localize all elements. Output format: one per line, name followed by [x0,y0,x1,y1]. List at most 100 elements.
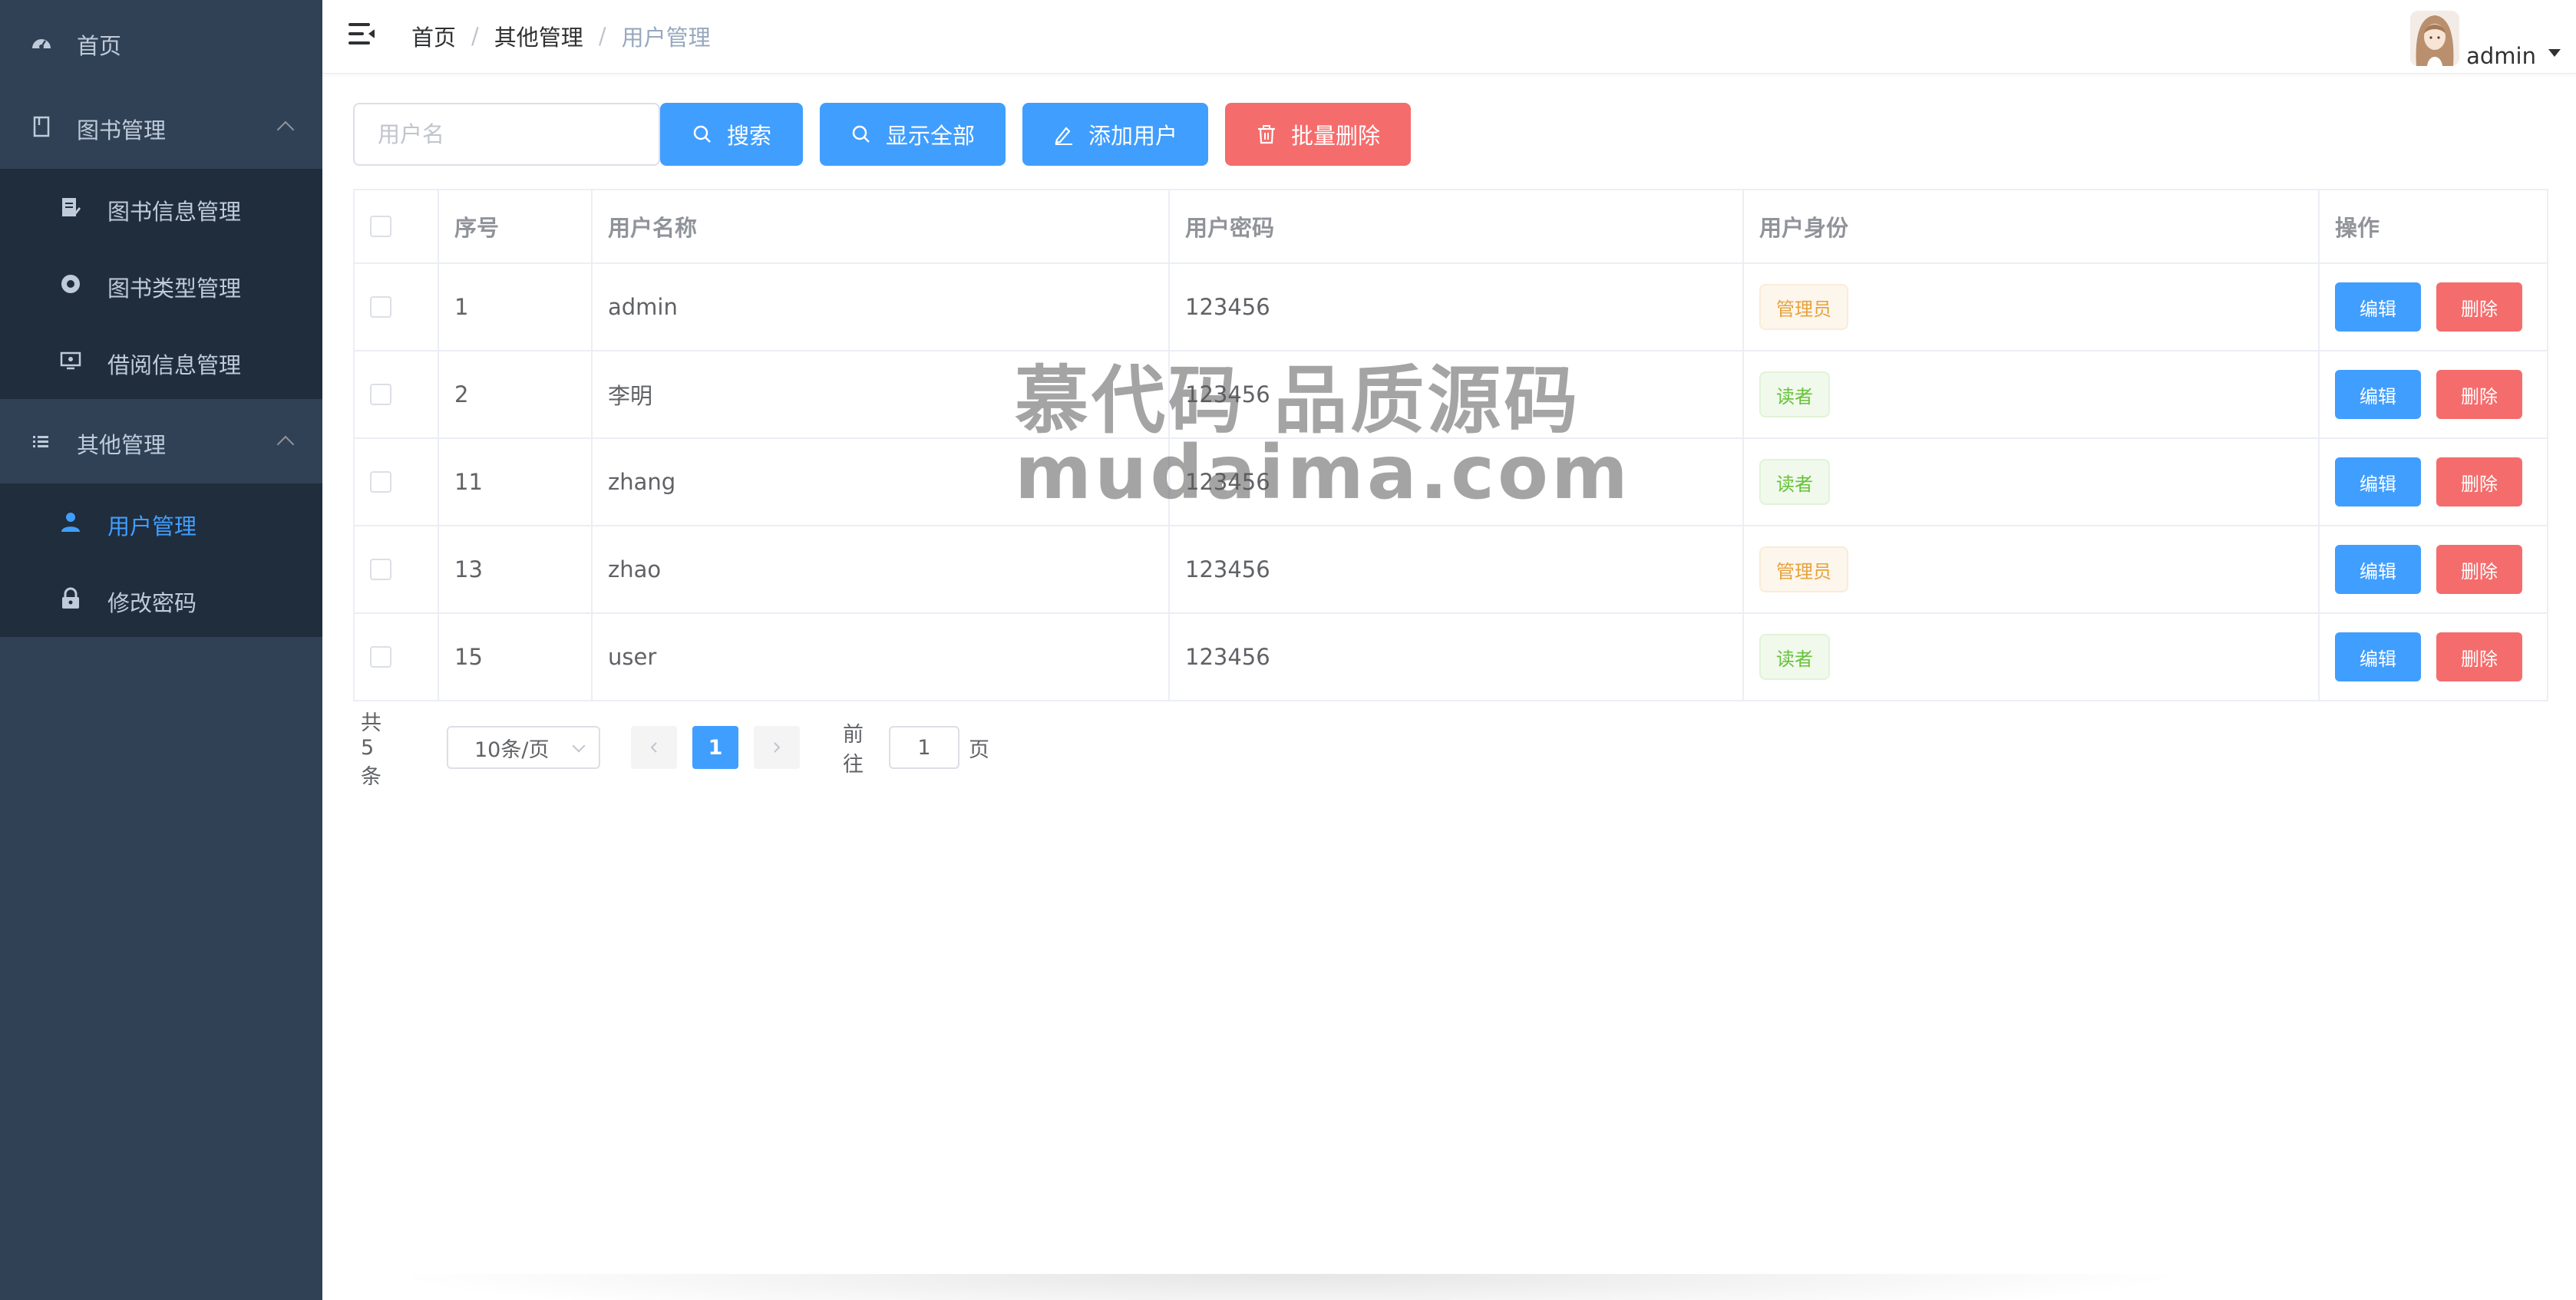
show-all-button-label: 显示全部 [885,123,975,149]
search-button[interactable]: 搜索 [660,103,803,166]
lock-icon [58,586,83,611]
header-cell: 序号 [439,190,593,262]
row-checkbox[interactable] [370,471,391,493]
cell-id: 15 [439,614,593,700]
breadcrumb-home[interactable]: 首页 [411,20,456,52]
sidebar-item-book-info[interactable]: 图书信息管理 [0,169,322,246]
edit-button[interactable]: 编辑 [2335,545,2421,594]
edit-button[interactable]: 编辑 [2335,370,2421,419]
next-page-button[interactable] [754,726,800,769]
sidebar-item-label: 修改密码 [107,590,197,616]
row-checkbox[interactable] [370,646,391,668]
delete-button[interactable]: 删除 [2436,370,2522,419]
cell-role: 读者 [1744,614,2320,700]
page-size-select[interactable]: 10条/页 [447,726,600,769]
batch-delete-button[interactable]: 批量删除 [1225,103,1411,166]
sidebar-group-other[interactable]: 其他管理 [0,399,322,483]
sidebar-item-label: 借阅信息管理 [107,352,242,378]
user-icon [58,510,83,534]
cell-id: 13 [439,526,593,612]
cell-actions: 编辑 删除 [2320,439,2547,525]
row-checkbox[interactable] [370,384,391,405]
role-tag: 读者 [1759,371,1830,417]
header-cell: 用户名称 [593,190,1170,262]
sidebar-item-user-management[interactable]: 用户管理 [0,483,322,560]
cell-name: zhao [593,526,1170,612]
sidebar-item-change-password[interactable]: 修改密码 [0,560,322,637]
delete-button[interactable]: 删除 [2436,457,2522,506]
add-user-button[interactable]: 添加用户 [1022,103,1208,166]
header-cell: 操作 [2335,215,2380,241]
trash-icon [1257,125,1275,144]
delete-button[interactable]: 删除 [2436,632,2522,681]
cell-actions: 编辑 删除 [2320,614,2547,700]
dashboard-icon [29,30,54,54]
delete-button[interactable]: 删除 [2436,545,2522,594]
cell-role: 管理员 [1744,526,2320,612]
file-edit-icon [58,195,83,219]
cell-role: 读者 [1744,439,2320,525]
goto-prefix: 前往 [843,723,864,777]
edit-button[interactable]: 编辑 [2335,632,2421,681]
batch-delete-button-label: 批量删除 [1290,123,1380,149]
table-row: 13 zhao 123456 管理员 编辑 删除 [355,526,2547,614]
sidebar-item-book-type[interactable]: 图书类型管理 [0,246,322,322]
delete-button[interactable]: 删除 [2436,282,2522,332]
role-tag: 管理员 [1759,546,1848,592]
watermark-url: mudaima.com [1015,430,1631,516]
cell-actions: 编辑 删除 [2320,351,2547,437]
list-icon [29,429,54,454]
page-number-current[interactable]: 1 [692,726,738,769]
lifebuoy-icon [58,272,83,296]
sidebar-item-home[interactable]: 首页 [0,0,322,84]
sidebar-item-borrow-info[interactable]: 借阅信息管理 [0,322,322,399]
chevron-left-icon [650,742,657,753]
row-checkbox[interactable] [370,296,391,318]
username[interactable]: admin [2466,43,2536,69]
sidebar-group-books[interactable]: 图书管理 [0,84,322,169]
sidebar-item-label: 图书类型管理 [107,276,242,302]
edit-button[interactable]: 编辑 [2335,282,2421,332]
edit-button[interactable]: 编辑 [2335,457,2421,506]
bottom-shadow [384,1274,2195,1300]
sidebar-item-label: 首页 [77,33,122,59]
caret-down-icon[interactable] [2548,49,2561,57]
row-checkbox[interactable] [370,559,391,580]
row-select-cell [355,351,439,437]
search-icon [852,125,870,143]
row-select-cell [355,526,439,612]
cell-password: 123456 [1170,614,1744,700]
sidebar-item-label: 用户管理 [107,513,197,539]
chevron-right-icon [774,742,781,753]
search-input[interactable] [353,103,660,166]
navbar: 首页 / 其他管理 / 用户管理 admin [322,0,2576,74]
breadcrumb-other[interactable]: 其他管理 [494,20,583,52]
chevron-up-icon [276,435,295,454]
submenu-other: 用户管理 修改密码 [0,483,322,637]
header-cell: 用户密码 [1170,190,1744,262]
cell-role: 管理员 [1744,264,2320,350]
search-button-label: 搜索 [726,123,771,149]
select-all-checkbox[interactable] [370,216,391,237]
row-select-cell [355,264,439,350]
prev-page-button[interactable] [631,726,677,769]
book-icon [29,114,54,139]
avatar[interactable] [2410,11,2459,66]
page-size-value: 10条/页 [474,737,550,762]
breadcrumb-separator: / [598,23,606,49]
table-row: 15 user 123456 读者 编辑 删除 [355,614,2547,700]
add-user-button-label: 添加用户 [1088,123,1177,149]
chevron-up-icon [276,120,295,139]
show-all-button[interactable]: 显示全部 [820,103,1006,166]
submenu-books: 图书信息管理 图书类型管理 借阅信息管理 [0,169,322,399]
table-header-row: 序号 用户名称 用户密码 用户身份 操作 [355,190,2547,264]
cell-password: 123456 [1170,264,1744,350]
breadcrumb-current: 用户管理 [621,25,711,51]
cell-name: user [593,614,1170,700]
hamburger-icon[interactable] [348,23,375,46]
breadcrumb-separator: / [471,23,479,49]
goto-page-input[interactable]: 1 [889,726,959,769]
header-cell-select [355,190,439,262]
table-row: 1 admin 123456 管理员 编辑 删除 [355,264,2547,351]
role-tag: 读者 [1759,634,1830,680]
